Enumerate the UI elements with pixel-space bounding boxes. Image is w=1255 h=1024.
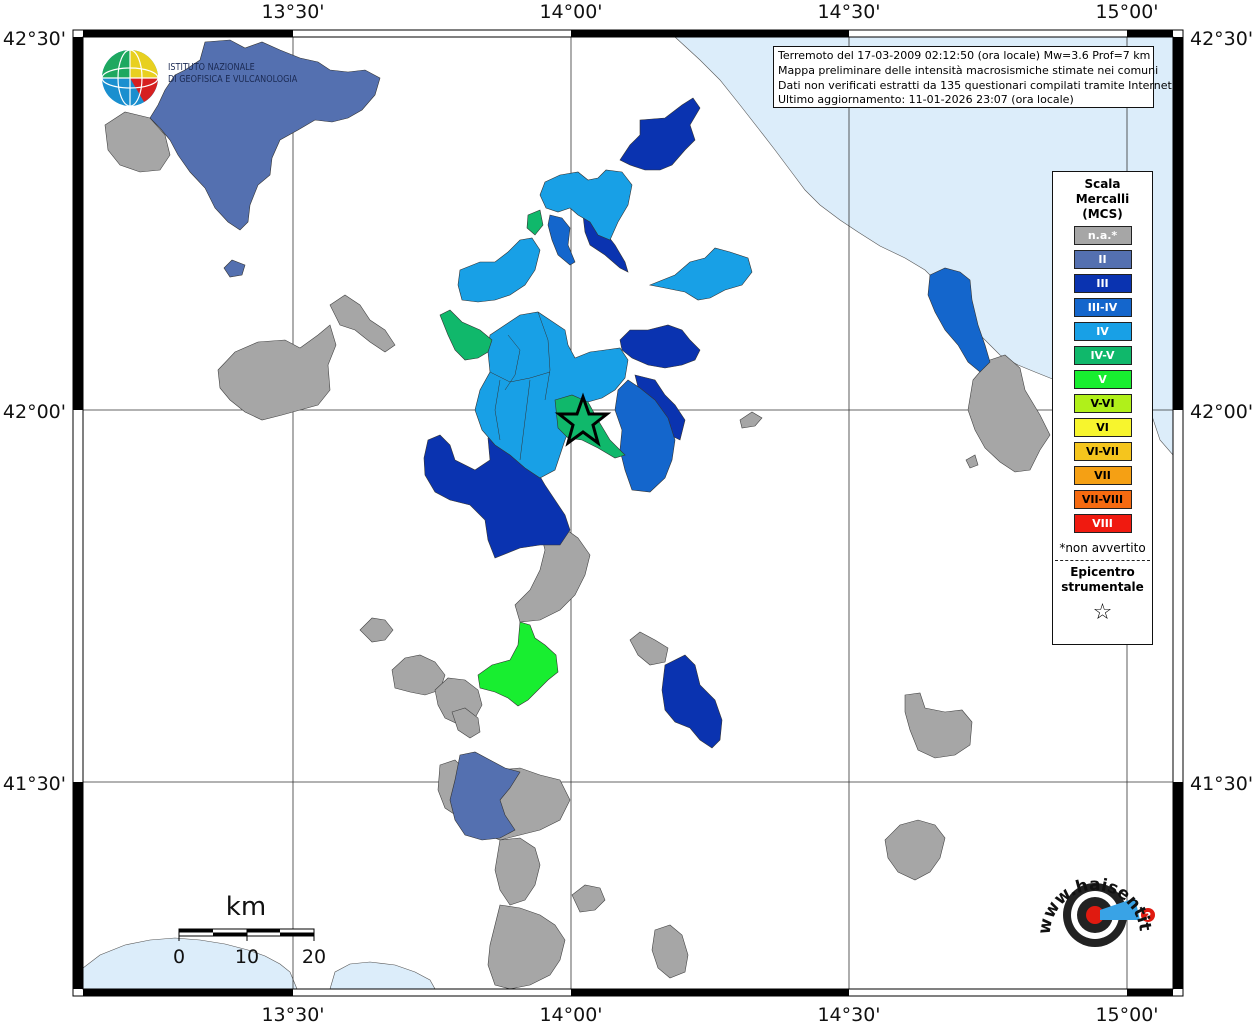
event-info-line3: Dati non verificati estratti da 135 ques… bbox=[778, 78, 1176, 92]
legend-item-vii: VII bbox=[1073, 466, 1132, 485]
legend-epicenter-star-icon: ☆ bbox=[1092, 600, 1113, 625]
legend-item-viii: VIII bbox=[1073, 514, 1132, 533]
legend-item-vii-viii: VII-VIII bbox=[1073, 490, 1132, 509]
coord-left-1: 42°30' bbox=[3, 28, 66, 50]
legend-item-v: V bbox=[1073, 370, 1132, 389]
legend-item-iv: IV bbox=[1073, 322, 1132, 341]
event-info-line1: Terremoto del 17-03-2009 02:12:50 (ora l… bbox=[778, 49, 1151, 62]
legend-item-iii-iv: III-IV bbox=[1073, 298, 1132, 317]
scale-unit: km bbox=[226, 892, 266, 922]
coord-right-3: 41°30' bbox=[1190, 773, 1253, 795]
coord-top-4: 15°00' bbox=[1095, 1, 1158, 23]
legend-item-v-vi: V-VI bbox=[1073, 394, 1132, 413]
coord-left-2: 42°00' bbox=[3, 401, 66, 423]
ingv-logo: ISTITUTO NAZIONALE DI GEOFISICA E VULCAN… bbox=[100, 48, 330, 108]
legend-item-iv-v: IV-V bbox=[1073, 346, 1132, 365]
event-info-line4: Ultimo aggiornamento: 11-01-2026 23:07 (… bbox=[778, 93, 1074, 107]
legend-item-vi: VI bbox=[1073, 418, 1132, 437]
event-info-line2: Mappa preliminare delle intensità macros… bbox=[778, 63, 1159, 77]
ingv-name-line1: ISTITUTO NAZIONALE bbox=[168, 62, 255, 73]
legend-item-n-a-: n.a.* bbox=[1073, 226, 1132, 245]
coord-bottom-2: 14°00' bbox=[539, 1004, 602, 1024]
coord-top-2: 14°00' bbox=[539, 1, 602, 23]
coord-top-1: 13°30' bbox=[261, 1, 324, 23]
coord-left-3: 41°30' bbox=[3, 773, 66, 795]
scale-tick-0: 0 bbox=[173, 946, 185, 968]
legend-item-ii: II bbox=[1073, 250, 1132, 269]
legend-title: Scala Mercalli (MCS) bbox=[1075, 177, 1130, 221]
event-info-box: Terremoto del 17-03-2009 02:12:50 (ora l… bbox=[773, 46, 1176, 108]
legend-separator bbox=[1055, 560, 1150, 561]
coord-right-2: 42°00' bbox=[1190, 401, 1253, 423]
legend-epicenter-title: Epicentro strumentale bbox=[1061, 565, 1144, 594]
legend-item-iii: III bbox=[1073, 274, 1132, 293]
coord-right-1: 42°30' bbox=[1190, 28, 1253, 50]
legend-items: n.a.* II III III-IV IV IV-V V V-VI VI VI-VII VII VI… bbox=[1053, 226, 1152, 533]
ingv-name: ISTITUTO NAZIONALE DI GEOFISICA E VULCAN… bbox=[168, 62, 297, 86]
coord-bottom-1: 13°30' bbox=[261, 1004, 324, 1024]
scale-tick-10: 10 bbox=[235, 946, 259, 968]
intensity-legend: Scala Mercalli (MCS) n.a.* II III III-IV IV IV-… bbox=[1052, 171, 1153, 645]
legend-note: *non avvertito bbox=[1059, 541, 1146, 555]
coord-bottom-4: 15°00' bbox=[1095, 1004, 1158, 1024]
coord-bottom-3: 14°30' bbox=[817, 1004, 880, 1024]
legend-item-vi-vii: VI-VII bbox=[1073, 442, 1132, 461]
coord-top-3: 14°30' bbox=[817, 1, 880, 23]
ingv-name-line2: DI GEOFISICA E VULCANOLOGIA bbox=[168, 74, 298, 85]
ingv-globe-icon bbox=[101, 49, 159, 107]
scale-tick-20: 20 bbox=[302, 946, 326, 968]
